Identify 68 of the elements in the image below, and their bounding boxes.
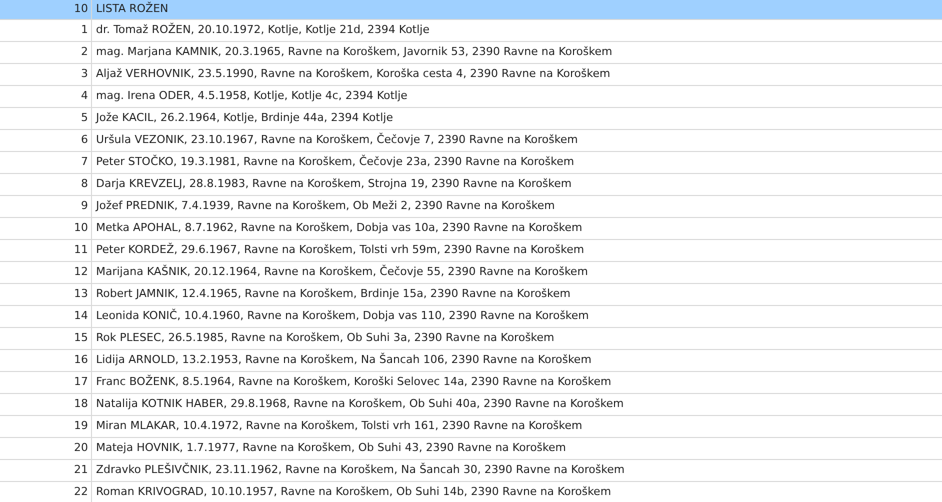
candidate-entry: mag. Irena ODER, 4.5.1958, Kotlje, Kotlje 4c, 2394 Kotlje [96, 88, 408, 104]
row-number: 21 [74, 462, 88, 478]
row-number: 10 [74, 1, 88, 18]
candidate-entry: Zdravko PLEŠIVČNIK, 23.11.1962, Ravne na Koroškem, Na Šancah 30, 2390 Ravne na Koroškem [96, 462, 625, 478]
table-row[interactable]: 12 Marijana KAŠNIK, 20.12.1964, Ravne na Koroškem, Čečovje 55, 2390 Ravne na Koroškem [0, 262, 942, 284]
row-number: 19 [74, 418, 88, 434]
table-row[interactable]: 10 Metka APOHAL, 8.7.1962, Ravne na Koroškem, Dobja vas 10a, 2390 Ravne na Koroškem [0, 218, 942, 240]
row-number: 9 [81, 198, 88, 214]
row-number: 16 [74, 352, 88, 368]
candidate-entry: Darja KREVZELJ, 28.8.1983, Ravne na Koroškem, Strojna 19, 2390 Ravne na Koroškem [96, 176, 572, 192]
row-number: 17 [74, 374, 88, 390]
candidate-entry: dr. Tomaž ROŽEN, 20.10.1972, Kotlje, Kotlje 21d, 2394 Kotlje [96, 22, 430, 38]
row-number: 7 [81, 154, 88, 170]
candidate-entry: Franc BOŽENK, 8.5.1964, Ravne na Koroškem, Koroški Selovec 14a, 2390 Ravne na Koroškem [96, 374, 612, 390]
candidate-entry: Roman KRIVOGRAD, 10.10.1957, Ravne na Koroškem, Ob Suhi 14b, 2390 Ravne na Koroškem [96, 484, 612, 500]
candidate-entry: Marijana KAŠNIK, 20.12.1964, Ravne na Koroškem, Čečovje 55, 2390 Ravne na Koroškem [96, 264, 588, 280]
row-number: 15 [74, 330, 88, 346]
row-number: 2 [81, 44, 88, 60]
row-number: 8 [81, 176, 88, 192]
row-number: 20 [74, 440, 88, 456]
row-number: 22 [74, 484, 88, 500]
table-row[interactable]: 6 Uršula VEZONIK, 23.10.1967, Ravne na Koroškem, Čečovje 7, 2390 Ravne na Koroškem [0, 130, 942, 152]
candidate-entry: Peter KORDEŽ, 29.6.1967, Ravne na Koroškem, Tolsti vrh 59m, 2390 Ravne na Koroškem [96, 242, 584, 258]
candidate-entry: Jože KACIL, 26.2.1964, Kotlje, Brdinje 44a, 2394 Kotlje [96, 110, 393, 126]
table-row[interactable]: 21 Zdravko PLEŠIVČNIK, 23.11.1962, Ravne na Koroškem, Na Šancah 30, 2390 Ravne na Koroškem [0, 460, 942, 482]
candidate-entry: Rok PLESEC, 26.5.1985, Ravne na Koroškem, Ob Suhi 3a, 2390 Ravne na Koroškem [96, 330, 554, 346]
candidate-entry: Metka APOHAL, 8.7.1962, Ravne na Koroškem, Dobja vas 10a, 2390 Ravne na Koroškem [96, 220, 582, 236]
table-row[interactable]: 9 Jožef PREDNIK, 7.4.1939, Ravne na Koroškem, Ob Meži 2, 2390 Ravne na Koroškem [0, 196, 942, 218]
row-number: 10 [74, 220, 88, 236]
candidate-entry: Robert JAMNIK, 12.4.1965, Ravne na Koroškem, Brdinje 15a, 2390 Ravne na Koroškem [96, 286, 570, 302]
row-number: 12 [74, 264, 88, 280]
row-number: 1 [81, 22, 88, 38]
table-row[interactable]: 8 Darja KREVZELJ, 28.8.1983, Ravne na Koroškem, Strojna 19, 2390 Ravne na Koroškem [0, 174, 942, 196]
candidate-entry: Aljaž VERHOVNIK, 23.5.1990, Ravne na Koroškem, Koroška cesta 4, 2390 Ravne na Koroškem [96, 66, 610, 82]
table-row[interactable]: 19 Miran MLAKAR, 10.4.1972, Ravne na Koroškem, Tolsti vrh 161, 2390 Ravne na Koroškem [0, 416, 942, 438]
table-row[interactable]: 2 mag. Marjana KAMNIK, 20.3.1965, Ravne na Koroškem, Javornik 53, 2390 Ravne na Koroškem [0, 42, 942, 64]
table-row[interactable]: 4 mag. Irena ODER, 4.5.1958, Kotlje, Kotlje 4c, 2394 Kotlje [0, 86, 942, 108]
candidate-entry: Lidija ARNOLD, 13.2.1953, Ravne na Koroškem, Na Šancah 106, 2390 Ravne na Koroškem [96, 352, 592, 368]
candidate-entry: Jožef PREDNIK, 7.4.1939, Ravne na Koroškem, Ob Meži 2, 2390 Ravne na Koroškem [96, 198, 555, 214]
table-row[interactable]: 14 Leonida KONIČ, 10.4.1960, Ravne na Koroškem, Dobja vas 110, 2390 Ravne na Koroškem [0, 306, 942, 328]
table-row[interactable]: 17 Franc BOŽENK, 8.5.1964, Ravne na Koroškem, Koroški Selovec 14a, 2390 Ravne na Koroškem [0, 372, 942, 394]
candidate-entry: Mateja HOVNIK, 1.7.1977, Ravne na Koroškem, Ob Suhi 43, 2390 Ravne na Koroškem [96, 440, 566, 456]
row-number: 4 [81, 88, 88, 104]
row-number: 6 [81, 132, 88, 148]
candidate-entry: Natalija KOTNIK HABER, 29.8.1968, Ravne na Koroškem, Ob Suhi 40a, 2390 Ravne na Koroškem [96, 396, 624, 412]
row-number: 18 [74, 396, 88, 412]
candidate-entry: Uršula VEZONIK, 23.10.1967, Ravne na Koroškem, Čečovje 7, 2390 Ravne na Koroškem [96, 132, 578, 148]
row-number: 3 [81, 66, 88, 82]
row-number: 11 [74, 242, 88, 258]
table-row[interactable]: 15 Rok PLESEC, 26.5.1985, Ravne na Koroškem, Ob Suhi 3a, 2390 Ravne na Koroškem [0, 328, 942, 350]
table-row[interactable]: 16 Lidija ARNOLD, 13.2.1953, Ravne na Koroškem, Na Šancah 106, 2390 Ravne na Koroškem [0, 350, 942, 372]
row-number: 5 [81, 110, 88, 126]
table-row[interactable]: 1 dr. Tomaž ROŽEN, 20.10.1972, Kotlje, Kotlje 21d, 2394 Kotlje [0, 20, 942, 42]
list-header-row[interactable]: 10 LISTA ROŽEN [0, 0, 942, 20]
row-number: 13 [74, 286, 88, 302]
candidate-entry: Miran MLAKAR, 10.4.1972, Ravne na Koroškem, Tolsti vrh 161, 2390 Ravne na Koroškem [96, 418, 582, 434]
list-title: LISTA ROŽEN [96, 1, 168, 18]
table-row[interactable]: 20 Mateja HOVNIK, 1.7.1977, Ravne na Koroškem, Ob Suhi 43, 2390 Ravne na Koroškem [0, 438, 942, 460]
table-row[interactable]: 11 Peter KORDEŽ, 29.6.1967, Ravne na Koroškem, Tolsti vrh 59m, 2390 Ravne na Koroškem [0, 240, 942, 262]
table-row[interactable]: 7 Peter STOČKO, 19.3.1981, Ravne na Koroškem, Čečovje 23a, 2390 Ravne na Koroškem [0, 152, 942, 174]
table-row[interactable]: 3 Aljaž VERHOVNIK, 23.5.1990, Ravne na Koroškem, Koroška cesta 4, 2390 Ravne na Koroškem [0, 64, 942, 86]
candidate-entry: Leonida KONIČ, 10.4.1960, Ravne na Koroškem, Dobja vas 110, 2390 Ravne na Koroškem [96, 308, 589, 324]
candidate-entry: Peter STOČKO, 19.3.1981, Ravne na Koroškem, Čečovje 23a, 2390 Ravne na Koroškem [96, 154, 574, 170]
table-row[interactable]: 5 Jože KACIL, 26.2.1964, Kotlje, Brdinje 44a, 2394 Kotlje [0, 108, 942, 130]
table-row[interactable]: 13 Robert JAMNIK, 12.4.1965, Ravne na Koroškem, Brdinje 15a, 2390 Ravne na Koroškem [0, 284, 942, 306]
row-number: 14 [74, 308, 88, 324]
candidate-entry: mag. Marjana KAMNIK, 20.3.1965, Ravne na Koroškem, Javornik 53, 2390 Ravne na Koroškem [96, 44, 612, 60]
table-row[interactable]: 18 Natalija KOTNIK HABER, 29.8.1968, Ravne na Koroškem, Ob Suhi 40a, 2390 Ravne na Koroškem [0, 394, 942, 416]
